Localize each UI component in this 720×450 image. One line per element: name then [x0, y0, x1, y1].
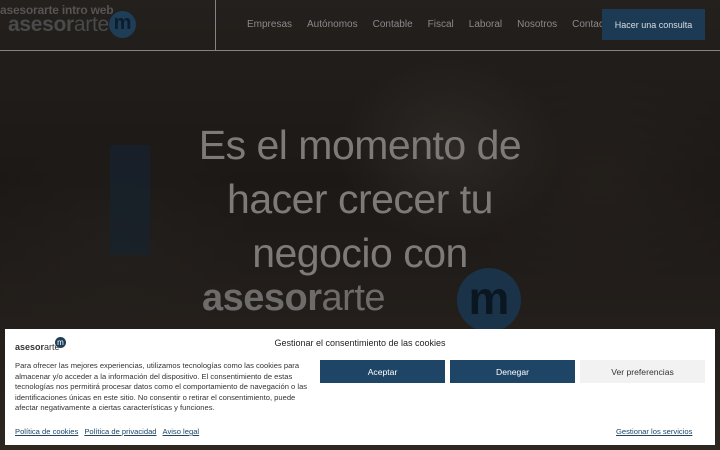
hero-title-line: Es el momento de [198, 122, 522, 168]
nav-item-laboral[interactable]: Laboral [469, 18, 502, 32]
hero-brand-word: asesorarte [202, 276, 386, 320]
hero-title-line: hacer crecer tu [227, 176, 493, 222]
logo-area[interactable]: asesorarte intro web asesorarte m [0, 0, 216, 50]
cookie-consent-banner: asesorarte m Gestionar el consentimiento… [5, 329, 715, 445]
manage-services-link[interactable]: Gestionar los servicios [616, 427, 692, 436]
hero-brand-light: arte [321, 277, 386, 319]
hero-m-icon: m [457, 268, 521, 332]
logo-m-icon: m [109, 11, 136, 38]
cookie-title: Gestionar el consentimiento de las cooki… [274, 338, 446, 348]
logo-bold-text: asesor [8, 13, 74, 36]
hero-title-line: negocio con [252, 230, 468, 276]
consulta-button[interactable]: Hacer una consulta [602, 9, 705, 40]
nav-item-autonomos[interactable]: Autónomos [307, 18, 358, 32]
site-header: asesorarte intro web asesorarte m Empres… [0, 0, 720, 51]
legal-notice-link[interactable]: Aviso legal [163, 427, 200, 436]
site-logo: asesorarte [8, 13, 109, 37]
privacy-policy-link[interactable]: Política de privacidad [84, 427, 156, 436]
logo-light-text: arte [73, 13, 109, 36]
hero-brand-bold: asesor [202, 277, 322, 319]
cookie-policy-link[interactable]: Política de cookies [15, 427, 78, 436]
cookie-policy-links: Política de cookies Política de privacid… [15, 427, 199, 436]
accept-cookies-button[interactable]: Aceptar [320, 360, 445, 383]
main-nav: Empresas Autónomos Contable Fiscal Labor… [247, 18, 612, 32]
nav-item-fiscal[interactable]: Fiscal [428, 18, 454, 32]
deny-cookies-button[interactable]: Denegar [450, 360, 575, 383]
hero-title: Es el momento de hacer crecer tu negocio… [0, 118, 720, 280]
nav-item-empresas[interactable]: Empresas [247, 18, 292, 32]
nav-item-nosotros[interactable]: Nosotros [517, 18, 557, 32]
view-preferences-button[interactable]: Ver preferencias [580, 360, 705, 383]
cookie-description: Para ofrecer las mejores experiencias, u… [15, 361, 308, 412]
nav-item-contable[interactable]: Contable [373, 18, 413, 32]
